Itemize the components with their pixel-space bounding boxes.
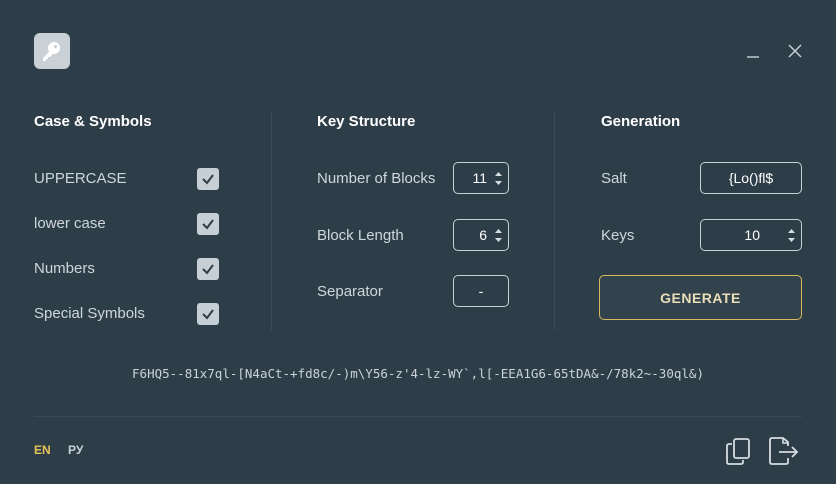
block-length-value: 6: [479, 227, 487, 243]
stepper-arrows-icon[interactable]: [495, 228, 502, 242]
copy-icon[interactable]: [724, 436, 754, 466]
numbers-checkbox[interactable]: [197, 258, 219, 280]
language-ru[interactable]: РУ: [68, 443, 83, 457]
block-length-stepper[interactable]: 6: [453, 219, 509, 251]
lowercase-label: lower case: [34, 215, 106, 232]
separator-label: Separator: [317, 283, 383, 300]
section-title-key-structure: Key Structure: [317, 113, 416, 130]
separator-input[interactable]: -: [453, 275, 509, 307]
export-icon[interactable]: [768, 436, 799, 466]
salt-input[interactable]: {Lo()fl$: [700, 162, 802, 194]
language-en[interactable]: EN: [34, 443, 51, 457]
salt-label: Salt: [601, 170, 627, 187]
numbers-label: Numbers: [34, 260, 95, 277]
keys-stepper[interactable]: 10: [700, 219, 802, 251]
stepper-arrows-icon[interactable]: [788, 228, 795, 242]
close-icon: [788, 44, 802, 58]
minimize-icon: [747, 56, 759, 58]
block-length-label: Block Length: [317, 227, 404, 244]
checkmark-icon: [202, 174, 214, 185]
footer-divider: [34, 416, 802, 417]
checkmark-icon: [202, 264, 214, 275]
number-of-blocks-stepper[interactable]: 11: [453, 162, 509, 194]
minimize-button[interactable]: [742, 40, 764, 62]
uppercase-label: UPPERCASE: [34, 170, 127, 187]
generated-key-output[interactable]: F6HQ5--81x7ql-[N4aCt-+fd8c/-)m\Y56-z'4-l…: [34, 366, 802, 381]
lowercase-checkbox[interactable]: [197, 213, 219, 235]
section-title-generation: Generation: [601, 113, 681, 130]
uppercase-checkbox[interactable]: [197, 168, 219, 190]
generate-button[interactable]: GENERATE: [599, 275, 802, 320]
checkmark-icon: [202, 219, 214, 230]
number-of-blocks-label: Number of Blocks: [317, 170, 436, 187]
key-icon: [34, 33, 70, 69]
close-button[interactable]: [784, 40, 806, 62]
number-of-blocks-value: 11: [472, 170, 487, 186]
section-title-case-symbols: Case & Symbols: [34, 113, 152, 130]
column-divider: [554, 112, 555, 330]
special-symbols-label: Special Symbols: [34, 305, 145, 322]
column-divider: [271, 112, 272, 330]
stepper-arrows-icon[interactable]: [495, 171, 502, 185]
keys-label: Keys: [601, 227, 635, 244]
keys-value: 10: [744, 227, 760, 243]
special-symbols-checkbox[interactable]: [197, 303, 219, 325]
checkmark-icon: [202, 309, 214, 320]
